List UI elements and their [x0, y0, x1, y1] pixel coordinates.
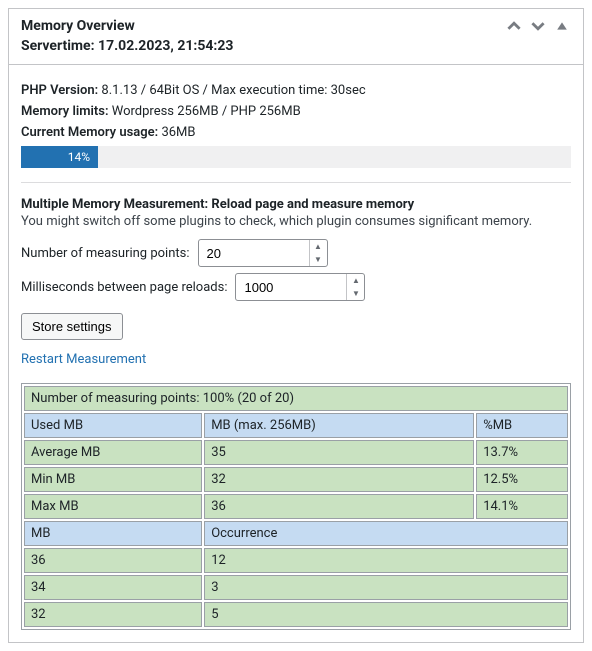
memory-overview-panel: Memory Overview Servertime: 17.02.2023, …	[8, 8, 584, 643]
col-mb2: MB	[24, 521, 202, 546]
col-pct: %MB	[476, 413, 568, 438]
ms-row: Milliseconds between page reloads: ▲ ▼	[21, 273, 571, 301]
points-label: Number of measuring points:	[21, 246, 190, 261]
panel-body: PHP Version: 8.1.13 / 64Bit OS / Max exe…	[9, 65, 583, 642]
panel-subtitle: Servertime: 17.02.2023, 21:54:23	[21, 37, 233, 57]
points-row: Number of measuring points: ▲ ▼	[21, 239, 571, 267]
results-table: Number of measuring points: 100% (20 of …	[21, 383, 571, 630]
points-step-down-icon[interactable]: ▼	[310, 253, 327, 266]
points-step-up-icon[interactable]: ▲	[310, 240, 327, 253]
table-row: Min MB 32 12.5%	[24, 467, 568, 492]
php-version-line: PHP Version: 8.1.13 / 64Bit OS / Max exe…	[21, 83, 571, 98]
panel-title: Memory Overview	[21, 17, 233, 37]
restart-measurement-link[interactable]: Restart Measurement	[21, 352, 146, 367]
results-summary: Number of measuring points: 100% (20 of …	[24, 386, 568, 411]
points-input[interactable]	[199, 240, 309, 266]
panel-controls	[505, 17, 571, 35]
ms-input[interactable]	[236, 274, 346, 300]
col-mb: MB (max. 256MB)	[204, 413, 474, 438]
measurement-hint: You might switch off some plugins to che…	[21, 214, 571, 229]
col-used: Used MB	[24, 413, 202, 438]
table-row: 34 3	[24, 575, 568, 600]
ms-input-wrapper: ▲ ▼	[235, 273, 365, 301]
memory-limits-line: Memory limits: Wordpress 256MB / PHP 256…	[21, 104, 571, 119]
move-down-icon[interactable]	[529, 17, 547, 35]
table-row: 32 5	[24, 602, 568, 627]
points-stepper: ▲ ▼	[309, 240, 327, 266]
panel-title-block: Memory Overview Servertime: 17.02.2023, …	[21, 17, 233, 56]
table-row: Max MB 36 14.1%	[24, 494, 568, 519]
move-up-icon[interactable]	[505, 17, 523, 35]
table-header-row: MB Occurrence	[24, 521, 568, 546]
memory-progress-label: 14%	[68, 150, 90, 164]
memory-progress-fill: 14%	[21, 146, 98, 168]
current-usage-line: Current Memory usage: 36MB	[21, 125, 571, 140]
table-row: Average MB 35 13.7%	[24, 440, 568, 465]
measurement-heading: Multiple Memory Measurement: Reload page…	[21, 197, 571, 212]
col-occurrence: Occurrence	[204, 521, 568, 546]
ms-stepper: ▲ ▼	[346, 274, 364, 300]
divider	[21, 182, 571, 183]
ms-step-down-icon[interactable]: ▼	[347, 287, 364, 300]
store-settings-button[interactable]: Store settings	[21, 313, 123, 340]
table-row: 36 12	[24, 548, 568, 573]
collapse-toggle-icon[interactable]	[553, 17, 571, 35]
ms-step-up-icon[interactable]: ▲	[347, 274, 364, 287]
memory-progress-bar: 14%	[21, 146, 571, 168]
points-input-wrapper: ▲ ▼	[198, 239, 328, 267]
panel-header: Memory Overview Servertime: 17.02.2023, …	[9, 9, 583, 65]
ms-label: Milliseconds between page reloads:	[21, 280, 227, 295]
table-header-row: Used MB MB (max. 256MB) %MB	[24, 413, 568, 438]
